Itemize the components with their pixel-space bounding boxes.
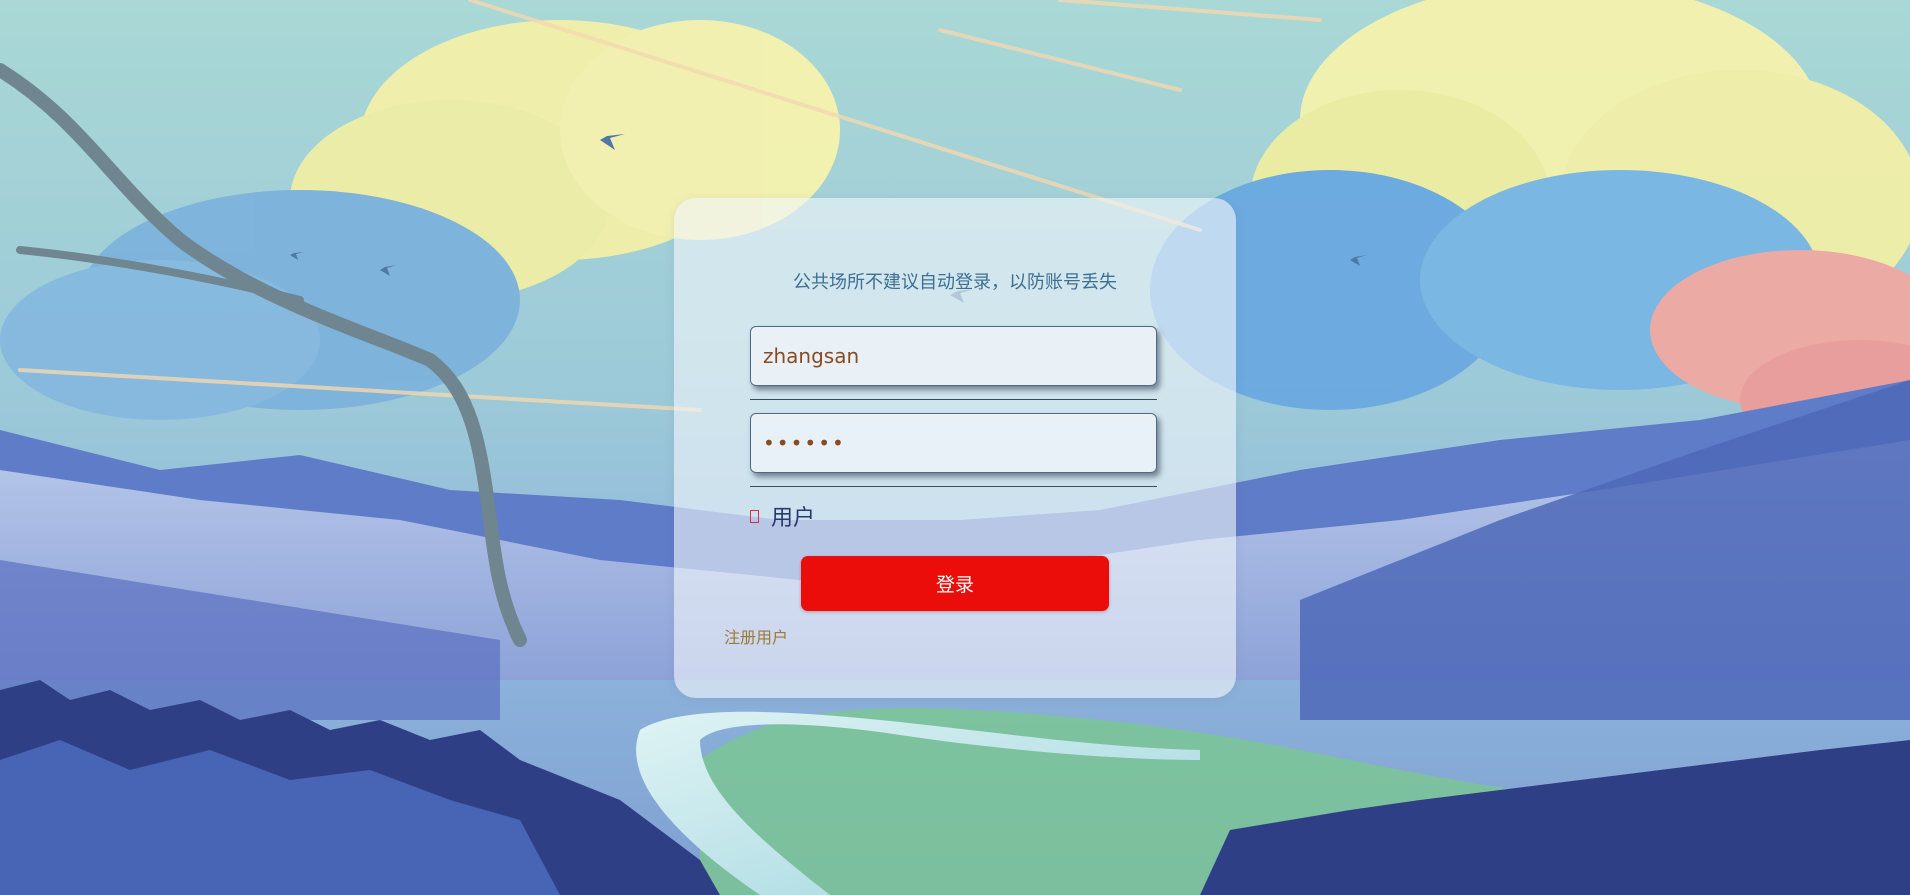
public-place-notice: 公共场所不建议自动登录，以防账号丢失 <box>793 272 1117 293</box>
register-link[interactable]: 注册用户 <box>724 624 788 648</box>
login-card: 公共场所不建议自动登录，以防账号丢失 用户 登录 注册用户 <box>674 198 1236 698</box>
login-button[interactable]: 登录 <box>801 556 1109 611</box>
role-checkbox[interactable] <box>750 509 759 523</box>
password-input[interactable] <box>750 413 1157 473</box>
username-underline <box>750 399 1157 400</box>
password-underline <box>750 486 1157 487</box>
role-option[interactable]: 用户 <box>750 501 815 531</box>
role-label: 用户 <box>771 506 816 531</box>
username-input[interactable] <box>750 326 1157 386</box>
